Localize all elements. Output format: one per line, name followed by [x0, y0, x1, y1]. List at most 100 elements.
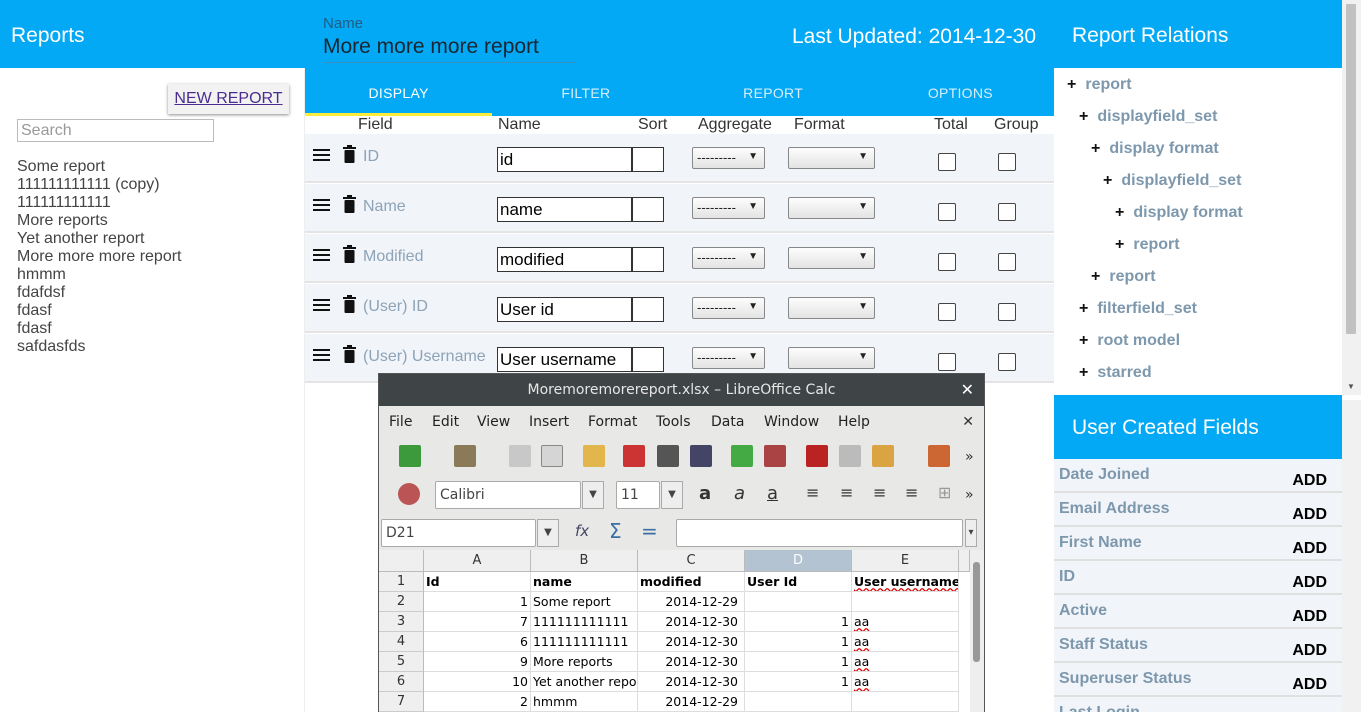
table-cell[interactable]: 7: [424, 612, 531, 632]
menu-format[interactable]: Format: [588, 414, 637, 430]
tree-node[interactable]: + displayfield_set: [1103, 172, 1241, 190]
table-cell[interactable]: [852, 592, 959, 612]
name-box-dropdown[interactable]: ▼: [537, 519, 559, 547]
tab-options[interactable]: OPTIONS: [867, 79, 1054, 116]
add-button[interactable]: ADD: [1292, 472, 1327, 490]
format-select[interactable]: ▼: [788, 347, 875, 369]
add-button[interactable]: ADD: [1292, 642, 1327, 660]
table-cell[interactable]: hmmm: [531, 692, 638, 712]
drag-handle-icon[interactable]: [313, 149, 330, 163]
trash-icon[interactable]: [343, 245, 356, 263]
table-cell[interactable]: 1: [745, 672, 852, 692]
bold-icon[interactable]: a: [699, 483, 711, 504]
more-tools-icon[interactable]: »: [965, 449, 974, 465]
formula-input[interactable]: [676, 519, 963, 547]
font-name-box[interactable]: Calibri: [435, 481, 581, 509]
table-cell[interactable]: name: [531, 572, 638, 592]
table-cell[interactable]: 10: [424, 672, 531, 692]
drag-handle-icon[interactable]: [313, 199, 330, 213]
add-button[interactable]: ADD: [1292, 574, 1327, 592]
format-select[interactable]: ▼: [788, 197, 875, 219]
report-list-item[interactable]: fdasf: [17, 320, 182, 338]
styles-icon[interactable]: [398, 483, 420, 505]
expand-plus-icon[interactable]: +: [1103, 172, 1112, 189]
table-cell[interactable]: [745, 692, 852, 712]
table-cell[interactable]: 111111111111: [531, 632, 638, 652]
spellcheck-icon[interactable]: [731, 445, 753, 467]
copy-icon[interactable]: [839, 445, 861, 467]
menu-file[interactable]: File: [389, 414, 412, 430]
relations-scrollbar[interactable]: ▼: [1342, 0, 1361, 395]
scroll-down-icon[interactable]: ▼: [1347, 382, 1355, 391]
italic-icon[interactable]: a: [734, 483, 745, 504]
corner-header[interactable]: [379, 550, 424, 572]
trash-icon[interactable]: [343, 195, 356, 213]
row-header[interactable]: 5: [379, 652, 424, 672]
search-input[interactable]: [17, 119, 214, 142]
table-cell[interactable]: 2014-12-30: [638, 632, 745, 652]
table-cell[interactable]: 2014-12-30: [638, 672, 745, 692]
tab-display[interactable]: DISPLAY: [305, 79, 493, 116]
print-preview-icon[interactable]: [690, 445, 712, 467]
report-list-item[interactable]: hmmm: [17, 266, 182, 284]
grid-scrollbar[interactable]: [970, 550, 984, 712]
expand-plus-icon[interactable]: +: [1079, 364, 1088, 381]
menu-help[interactable]: Help: [838, 414, 870, 430]
table-cell[interactable]: aa: [852, 612, 959, 632]
sum-icon[interactable]: Σ: [609, 519, 622, 543]
tree-node[interactable]: + display format: [1091, 140, 1219, 158]
table-cell[interactable]: Id: [424, 572, 531, 592]
add-button[interactable]: ADD: [1292, 540, 1327, 558]
tree-node[interactable]: + display format: [1115, 204, 1243, 222]
report-list-item[interactable]: 111111111111 (copy): [17, 176, 182, 194]
table-cell[interactable]: aa: [852, 652, 959, 672]
report-list-item[interactable]: More reports: [17, 212, 182, 230]
tree-node[interactable]: + root model: [1079, 332, 1180, 350]
group-checkbox[interactable]: [998, 303, 1016, 321]
sort-input[interactable]: [632, 347, 664, 372]
expand-plus-icon[interactable]: +: [1067, 76, 1076, 93]
close-icon[interactable]: ✕: [961, 374, 974, 406]
table-cell[interactable]: aa: [852, 632, 959, 652]
total-checkbox[interactable]: [938, 203, 956, 221]
row-header[interactable]: 4: [379, 632, 424, 652]
expand-plus-icon[interactable]: +: [1115, 204, 1124, 221]
row-header[interactable]: 2: [379, 592, 424, 612]
sort-input[interactable]: [632, 197, 664, 222]
menu-data[interactable]: Data: [711, 414, 744, 430]
table-cell[interactable]: [745, 592, 852, 612]
drag-handle-icon[interactable]: [313, 249, 330, 263]
table-cell[interactable]: 2014-12-30: [638, 652, 745, 672]
drag-handle-icon[interactable]: [313, 299, 330, 313]
export-pdf-icon[interactable]: [623, 445, 645, 467]
field-name-input[interactable]: User username: [497, 347, 632, 372]
aggregate-select[interactable]: --------- ▼: [692, 347, 765, 369]
table-cell[interactable]: aa: [852, 672, 959, 692]
font-size-dropdown[interactable]: ▼: [661, 481, 683, 509]
field-name-input[interactable]: User id: [497, 297, 632, 322]
email-icon[interactable]: [541, 445, 563, 467]
total-checkbox[interactable]: [938, 253, 956, 271]
report-list-item[interactable]: fdasf: [17, 302, 182, 320]
trash-icon[interactable]: [343, 295, 356, 313]
edit-mode-icon[interactable]: [583, 445, 605, 467]
menu-tools[interactable]: Tools: [656, 414, 691, 430]
underline-icon[interactable]: a: [767, 483, 778, 504]
table-cell[interactable]: 1: [745, 632, 852, 652]
total-checkbox[interactable]: [938, 303, 956, 321]
table-cell[interactable]: 1: [424, 592, 531, 612]
report-list-item[interactable]: 111111111111: [17, 194, 182, 212]
print-icon[interactable]: [657, 445, 679, 467]
column-header[interactable]: A: [424, 550, 531, 572]
table-cell[interactable]: 111111111111: [531, 612, 638, 632]
expand-plus-icon[interactable]: +: [1079, 300, 1088, 317]
expand-plus-icon[interactable]: +: [1091, 140, 1100, 157]
group-checkbox[interactable]: [998, 153, 1016, 171]
report-list-item[interactable]: Yet another report: [17, 230, 182, 248]
align-center-icon[interactable]: ≡: [840, 483, 853, 502]
table-cell[interactable]: 1: [745, 652, 852, 672]
trash-icon[interactable]: [343, 145, 356, 163]
expand-formula-icon[interactable]: ▾: [965, 519, 977, 547]
expand-plus-icon[interactable]: +: [1079, 332, 1088, 349]
column-header[interactable]: B: [531, 550, 638, 572]
